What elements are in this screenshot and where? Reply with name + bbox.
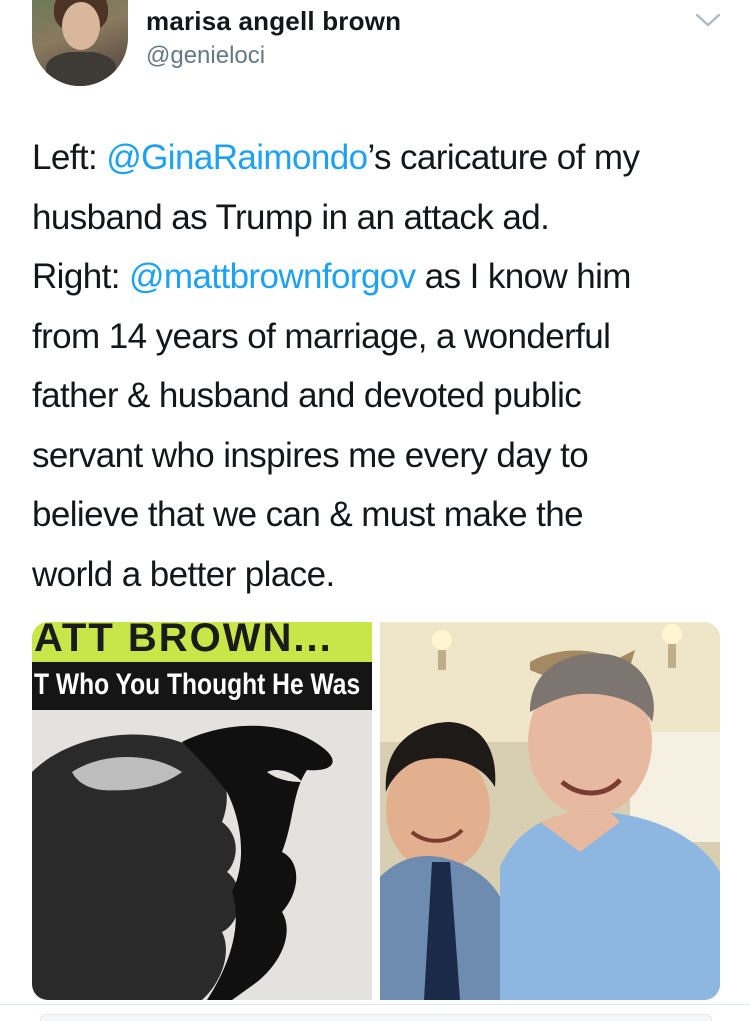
author-avatar[interactable] (32, 0, 128, 86)
tweet-text-segment: as I know him from 14 years of marriage,… (32, 257, 631, 594)
media-divider (372, 622, 380, 1000)
tweet-text-segment: Left: (32, 138, 107, 177)
media-photo-right[interactable] (380, 622, 720, 1000)
mention-link[interactable]: @mattbrownforgov (129, 257, 416, 296)
avatar-body (46, 52, 116, 86)
family-photo (380, 622, 720, 1000)
divider-line (0, 1004, 750, 1005)
media-photo-left[interactable]: ATT BROWN... T Who You Thought He Was (32, 622, 372, 1000)
avatar-face (62, 2, 100, 50)
author-handle[interactable]: @genieloci (146, 42, 265, 70)
ad-banner-text: ATT BROWN... (34, 622, 333, 660)
chevron-down-icon[interactable] (694, 10, 722, 30)
ad-subhead: T Who You Thought He Was (32, 662, 372, 710)
tweet-media[interactable]: ATT BROWN... T Who You Thought He Was (32, 622, 720, 1000)
ad-subhead-text: T Who You Thought He Was (34, 668, 361, 701)
tweet-text: Left: @GinaRaimondo’s caricature of my h… (32, 128, 722, 604)
author-name[interactable]: marisa angell brown (146, 6, 401, 37)
ad-banner: ATT BROWN... (32, 622, 372, 662)
mention-link[interactable]: @GinaRaimondo (106, 138, 368, 177)
